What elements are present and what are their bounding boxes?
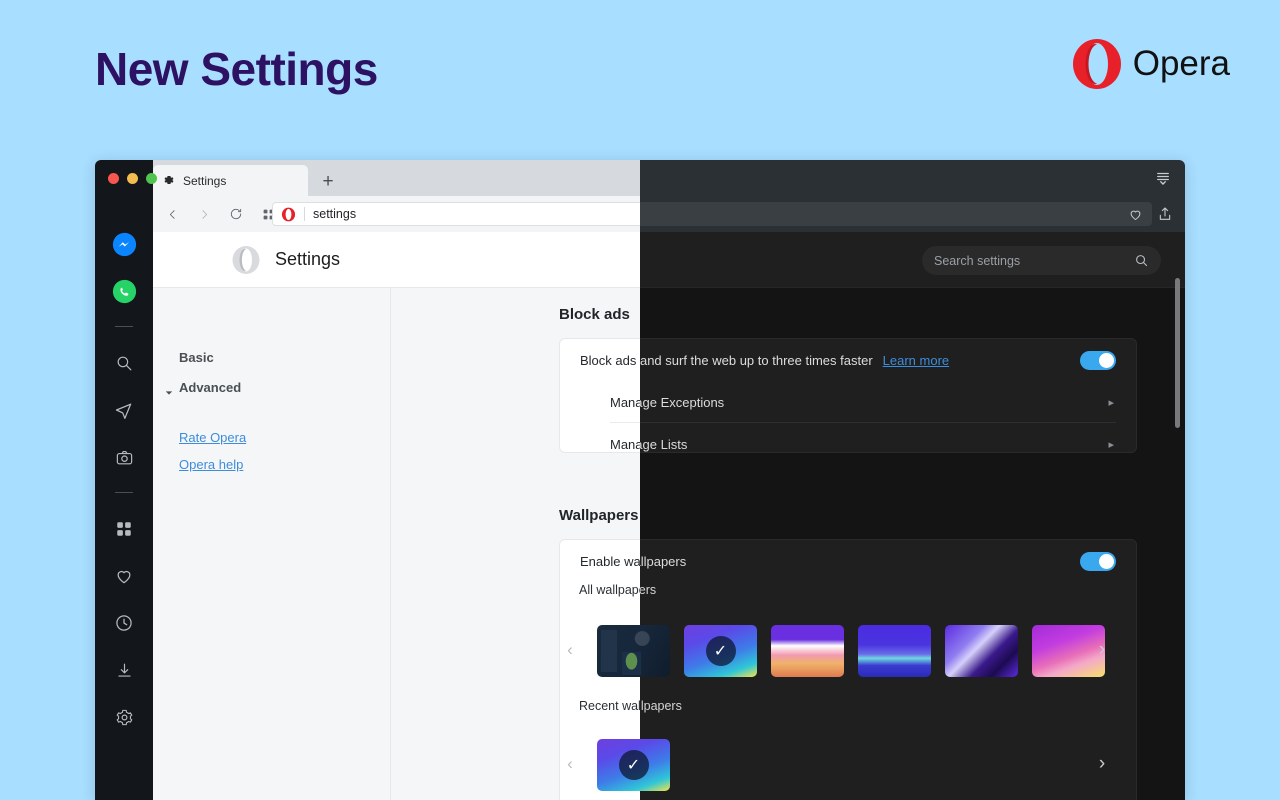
learn-more-link-dark[interactable]: Learn more bbox=[883, 353, 949, 368]
settings-nav: Basic Advanced Rate Opera Opera help bbox=[153, 288, 391, 800]
search-icon[interactable] bbox=[110, 349, 138, 377]
gear-icon bbox=[163, 175, 175, 187]
nav-buttons bbox=[163, 205, 277, 223]
history-clock-icon[interactable] bbox=[110, 609, 138, 637]
forward-button[interactable] bbox=[195, 205, 213, 223]
block-ads-toggle-dark[interactable] bbox=[1080, 351, 1116, 370]
close-button[interactable] bbox=[108, 173, 119, 184]
reload-button[interactable] bbox=[227, 205, 245, 223]
manage-exceptions-row-dark[interactable]: Manage Exceptions ▸ bbox=[560, 381, 1136, 423]
tab-settings[interactable]: Settings bbox=[153, 165, 308, 196]
recent-next-arrow-dark[interactable]: › bbox=[1091, 753, 1113, 775]
messenger-icon[interactable] bbox=[110, 230, 138, 258]
opera-o-logo bbox=[1071, 38, 1123, 90]
wallpaper-purple-cyan-waves-dark[interactable]: ✓ bbox=[684, 625, 757, 677]
app-sidebar-list bbox=[95, 224, 153, 744]
page-title: New Settings bbox=[95, 42, 378, 96]
wallpaper-violet-ribbon-dark[interactable] bbox=[945, 625, 1018, 677]
wallpaper-rainbow-wave-dark[interactable] bbox=[771, 625, 844, 677]
opera-brand: Opera bbox=[1071, 38, 1230, 90]
wallpapers-next-arrow-dark[interactable]: › bbox=[1091, 639, 1113, 661]
wallpapers-prev-arrow[interactable]: ‹ bbox=[559, 639, 581, 661]
enable-wallpapers-row-dark: Enable wallpapers bbox=[560, 540, 1136, 582]
whatsapp-icon[interactable] bbox=[110, 277, 138, 305]
sidebar-item-basic[interactable]: Basic bbox=[179, 350, 214, 365]
wallpaper-selected-check-icon: ✓ bbox=[706, 636, 736, 666]
enable-wallpapers-toggle-dark[interactable] bbox=[1080, 552, 1116, 571]
downloads-icon[interactable] bbox=[110, 656, 138, 684]
chevron-right-icon: ▸ bbox=[1108, 396, 1114, 409]
new-tab-button[interactable]: + bbox=[317, 170, 339, 192]
search-icon-dark bbox=[1134, 253, 1149, 268]
chevron-right-icon: ▸ bbox=[1108, 438, 1114, 451]
manage-lists-row-dark[interactable]: Manage Lists ▸ bbox=[560, 423, 1136, 465]
sidebar-divider bbox=[115, 492, 133, 493]
settings-title: Settings bbox=[275, 249, 340, 270]
browser-window: Settings + bbox=[95, 160, 1185, 800]
block-ads-row-dark: Block ads and surf the web up to three t… bbox=[560, 339, 1136, 381]
address-bar-value: settings bbox=[313, 207, 356, 221]
back-button[interactable] bbox=[163, 205, 181, 223]
rate-opera-link[interactable]: Rate Opera bbox=[179, 430, 246, 445]
sidebar-item-advanced[interactable]: Advanced bbox=[179, 380, 241, 395]
app-sidebar bbox=[95, 160, 153, 800]
content-scrollbar[interactable] bbox=[1175, 278, 1180, 428]
section-title-block-ads: Block ads bbox=[559, 306, 630, 323]
chevron-down-icon[interactable] bbox=[165, 384, 173, 392]
search-settings-placeholder-dark: Search settings bbox=[934, 254, 1128, 268]
opera-o-badge bbox=[281, 207, 296, 222]
minimize-button[interactable] bbox=[127, 173, 138, 184]
opera-brand-name: Opera bbox=[1133, 44, 1230, 84]
opera-o-grey-logo bbox=[231, 245, 261, 275]
telegram-icon[interactable] bbox=[110, 396, 138, 424]
page-root: New Settings Opera Settings + bbox=[0, 0, 1280, 800]
section-title-wallpapers: Wallpapers bbox=[559, 507, 638, 524]
sidebar-divider bbox=[115, 326, 133, 327]
os-window-buttons bbox=[108, 173, 157, 184]
tab-menu-icon[interactable] bbox=[1154, 169, 1172, 187]
all-wallpapers-strip-dark: ✓ bbox=[597, 625, 1105, 677]
wallpaper-blue-mountains-dark[interactable] bbox=[858, 625, 931, 677]
tab-label: Settings bbox=[183, 174, 226, 188]
settings-gear-icon[interactable] bbox=[110, 703, 138, 731]
share-icon-dark[interactable] bbox=[1157, 206, 1173, 222]
speed-dial-icon[interactable] bbox=[110, 515, 138, 543]
bookmarks-heart-icon[interactable] bbox=[110, 562, 138, 590]
instagram-icon[interactable] bbox=[110, 443, 138, 471]
search-settings-input-dark[interactable]: Search settings bbox=[922, 246, 1161, 275]
recent-prev-arrow[interactable]: ‹ bbox=[559, 753, 581, 775]
url-separator bbox=[304, 207, 305, 221]
block-ads-card-dark: Block ads and surf the web up to three t… bbox=[559, 338, 1137, 453]
zoom-button[interactable] bbox=[146, 173, 157, 184]
opera-help-link[interactable]: Opera help bbox=[179, 457, 243, 472]
heart-icon-dark[interactable] bbox=[1128, 207, 1143, 222]
